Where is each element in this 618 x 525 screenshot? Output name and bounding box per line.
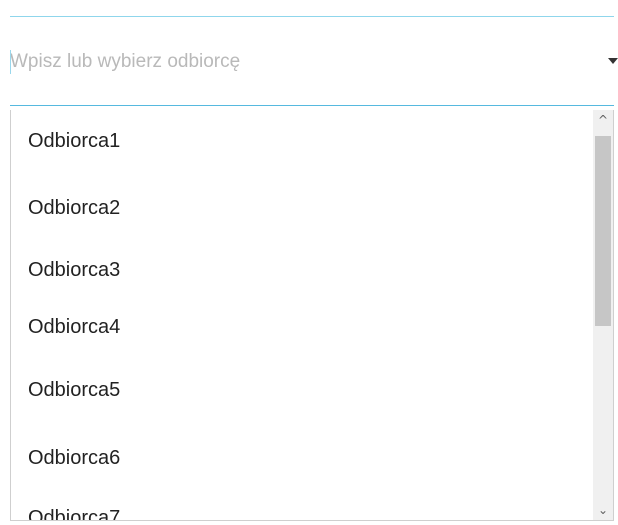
recipient-selector-screen: Odbiorca1 Odbiorca2 Odbiorca3 Odbiorca4 … <box>0 0 618 525</box>
scrollbar-thumb[interactable] <box>595 136 611 326</box>
list-item[interactable]: Odbiorca7 <box>28 506 120 520</box>
list-item[interactable]: Odbiorca3 <box>28 258 120 282</box>
top-divider <box>10 16 614 17</box>
list-item[interactable]: Odbiorca2 <box>28 196 120 220</box>
input-underline <box>10 105 614 106</box>
chevron-up-icon[interactable]: ^ <box>593 110 613 130</box>
recipient-combobox[interactable] <box>10 30 618 108</box>
chevron-down-icon[interactable]: ⌄ <box>593 500 613 520</box>
list-item[interactable]: Odbiorca5 <box>28 378 120 402</box>
text-caret <box>10 50 11 74</box>
list-item[interactable]: Odbiorca1 <box>28 129 120 153</box>
recipient-input[interactable] <box>10 40 590 84</box>
list-item[interactable]: Odbiorca4 <box>28 315 120 339</box>
list-item[interactable]: Odbiorca6 <box>28 446 120 470</box>
vertical-scrollbar[interactable]: ^ ⌄ <box>593 110 613 520</box>
recipient-options: Odbiorca1 Odbiorca2 Odbiorca3 Odbiorca4 … <box>11 110 593 520</box>
triangle-down-icon[interactable] <box>608 58 618 64</box>
recipient-dropdown-list[interactable]: Odbiorca1 Odbiorca2 Odbiorca3 Odbiorca4 … <box>10 110 614 521</box>
